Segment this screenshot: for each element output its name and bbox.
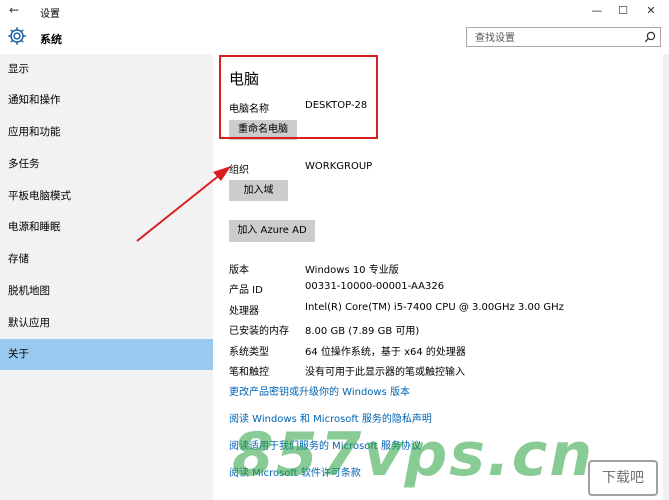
sidebar-item-tablet-mode[interactable]: 平板电脑模式 — [0, 181, 213, 212]
sidebar-item-power-sleep[interactable]: 电源和睡眠 — [0, 212, 213, 243]
organization-label: 组织 — [229, 165, 249, 176]
sidebar-item-apps[interactable]: 应用和功能 — [0, 117, 213, 148]
title-bar: ← 设置 — ☐ ✕ — [0, 0, 669, 22]
sidebar-item-multitasking[interactable]: 多任务 — [0, 149, 213, 180]
sidebar-item-notifications[interactable]: 通知和操作 — [0, 85, 213, 116]
gear-icon — [8, 27, 26, 45]
change-product-key-link[interactable]: 更改产品密钥或升级你的 Windows 版本 — [229, 383, 410, 398]
window-title: 设置 — [40, 9, 60, 20]
spec-label: 处理器 — [229, 306, 259, 317]
spec-label: 版本 — [229, 265, 249, 276]
sidebar-item-about[interactable]: 关于 — [0, 339, 213, 370]
sidebar: 显示 通知和操作 应用和功能 多任务 平板电脑模式 电源和睡眠 存储 脱机地图 … — [0, 54, 213, 500]
sidebar-item-storage[interactable]: 存储 — [0, 244, 213, 275]
spec-label: 产品 ID — [229, 285, 263, 296]
join-domain-button[interactable]: 加入域 — [229, 180, 288, 201]
search-input[interactable] — [473, 30, 637, 46]
spec-label: 笔和触控 — [229, 367, 269, 378]
spec-value: Windows 10 专业版 — [305, 265, 399, 276]
search-box[interactable] — [466, 27, 661, 47]
spec-value: 没有可用于此显示器的笔或触控输入 — [305, 367, 465, 378]
scrollbar[interactable] — [663, 54, 669, 500]
watermark: 857vps.cn — [232, 420, 595, 490]
close-button[interactable]: ✕ — [631, 0, 669, 22]
organization-value: WORKGROUP — [305, 161, 373, 172]
sidebar-item-display[interactable]: 显示 — [0, 54, 213, 85]
spec-value: 00331-10000-00001-AA326 — [305, 281, 445, 292]
settings-header: 系统 — [0, 22, 669, 54]
join-azure-ad-button[interactable]: 加入 Azure AD — [229, 220, 315, 242]
search-icon[interactable] — [644, 31, 656, 43]
highlight-box — [219, 55, 378, 139]
spec-value: 64 位操作系统，基于 x64 的处理器 — [305, 347, 466, 358]
spec-label: 已安装的内存 — [229, 326, 289, 337]
watermark-logo: 下载吧 — [588, 460, 658, 496]
spec-value: Intel(R) Core(TM) i5-7400 CPU @ 3.00GHz … — [305, 302, 564, 313]
spec-value: 8.00 GB (7.89 GB 可用) — [305, 326, 420, 337]
spec-label: 系统类型 — [229, 347, 269, 358]
page-title: 系统 — [40, 33, 62, 46]
sidebar-item-default-apps[interactable]: 默认应用 — [0, 308, 213, 339]
sidebar-item-offline-maps[interactable]: 脱机地图 — [0, 276, 213, 307]
back-arrow-icon[interactable]: ← — [9, 3, 19, 17]
